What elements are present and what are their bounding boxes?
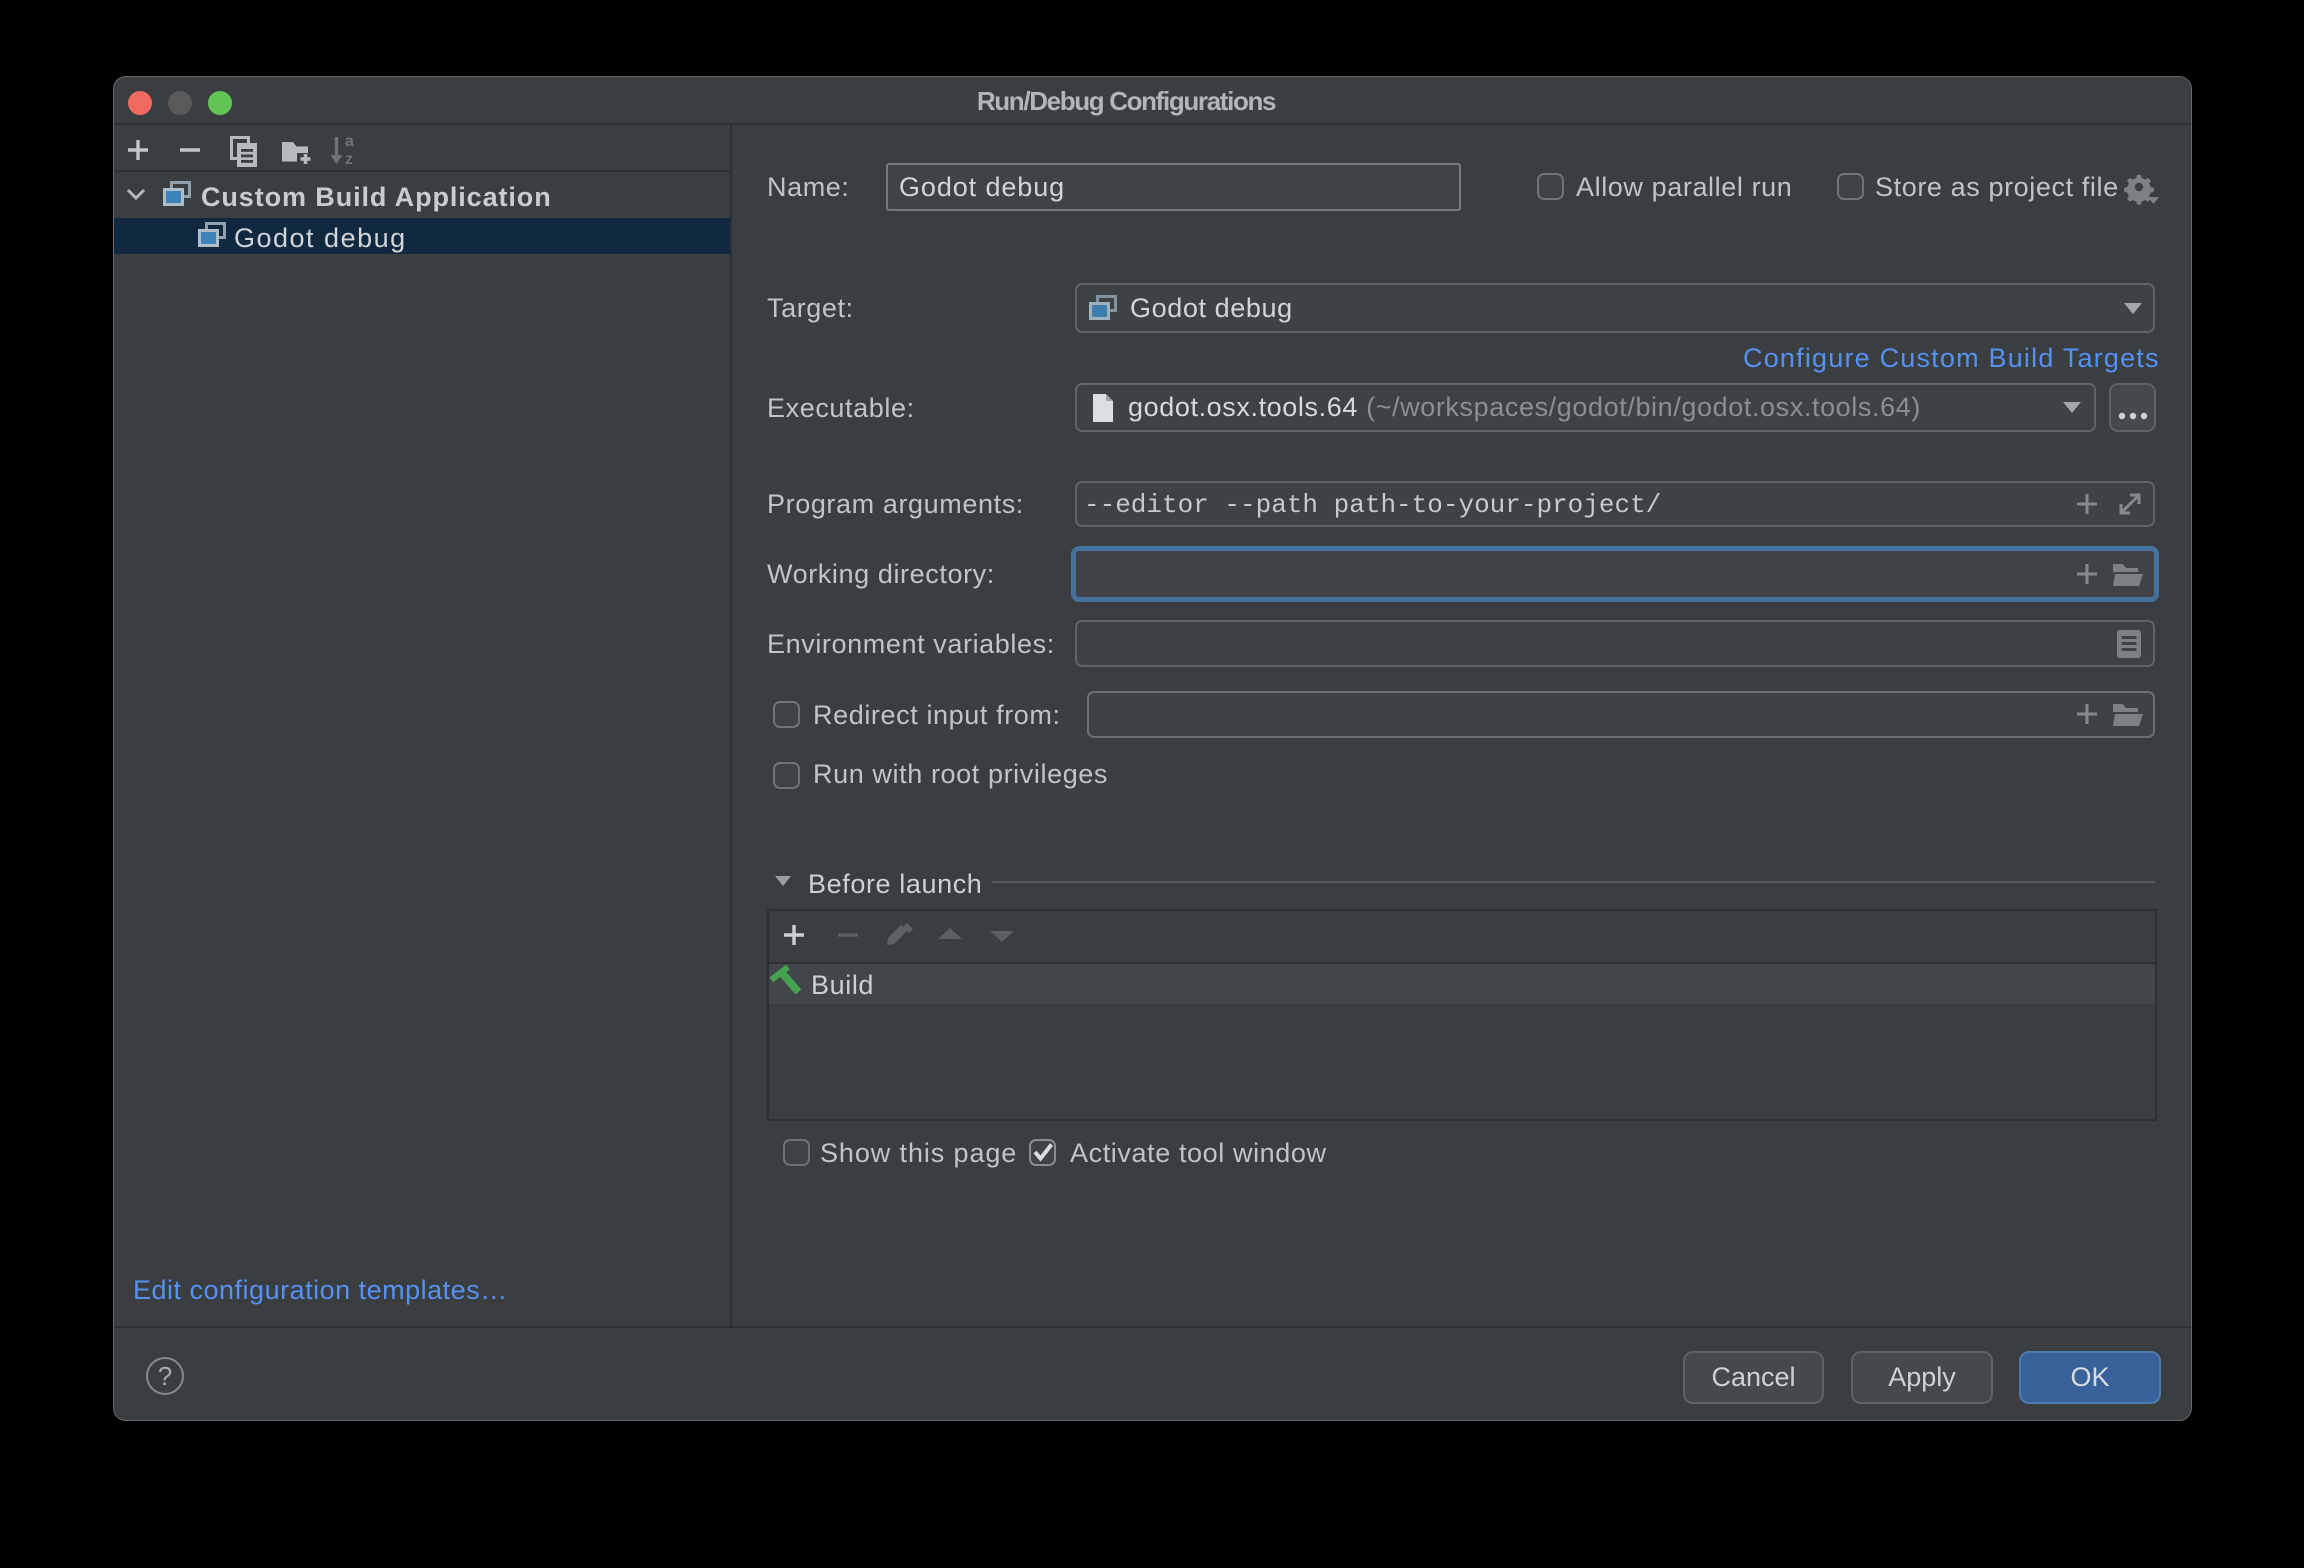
svg-text:a: a bbox=[345, 133, 354, 150]
svg-text:z: z bbox=[345, 151, 353, 168]
